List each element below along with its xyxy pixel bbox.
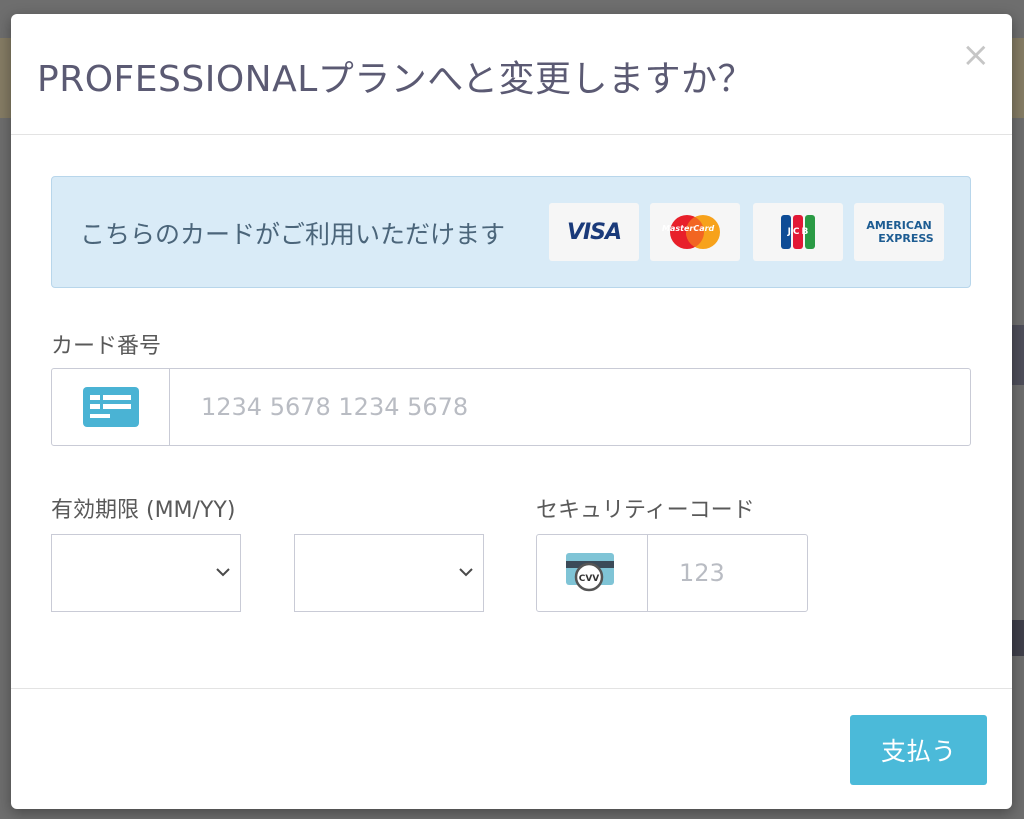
background-banner-right — [1012, 38, 1024, 118]
modal-footer: 支払う — [11, 688, 1012, 810]
amex-logo-line2: EXPRESS — [878, 232, 934, 245]
amex-logo: AMERICAN EXPRESS — [854, 203, 944, 261]
visa-logo-text: VISA — [566, 219, 622, 245]
expiry-year-select[interactable] — [294, 534, 484, 612]
expiry-month-select[interactable] — [51, 534, 241, 612]
modal-header: PROFESSIONALプランへと変更しますか？ × — [11, 14, 1012, 135]
amex-logo-line1: AMERICAN — [866, 219, 932, 232]
accepted-cards-text: こちらのカードがご利用いただけます — [80, 220, 506, 249]
card-number-input[interactable] — [170, 369, 965, 445]
cvv-card-icon: CVV — [566, 553, 614, 592]
visa-logo: VISA — [549, 203, 639, 261]
cvv-icon-addon: CVV — [537, 535, 648, 611]
security-code-field: CVV — [536, 534, 808, 612]
credit-card-icon — [82, 387, 139, 427]
chevron-down-icon — [216, 568, 230, 577]
security-code-label: セキュリティーコード — [536, 498, 755, 523]
chevron-down-icon — [459, 568, 473, 577]
accepted-cards-banner: こちらのカードがご利用いただけます VISA MasterCard JCB AM… — [51, 176, 971, 288]
payment-modal: PROFESSIONALプランへと変更しますか？ × こちらのカードがご利用いた… — [11, 14, 1012, 809]
mastercard-logo-text: MasterCard — [662, 224, 715, 233]
card-icon-addon — [52, 369, 170, 445]
background-panel — [1012, 325, 1024, 385]
card-number-field — [51, 368, 971, 446]
mastercard-logo: MasterCard — [650, 203, 740, 261]
jcb-logo: JCB — [753, 203, 843, 261]
security-code-input[interactable] — [648, 535, 806, 611]
modal-title: PROFESSIONALプランへと変更しますか？ — [37, 59, 754, 100]
background-tag — [1012, 620, 1024, 656]
close-icon[interactable]: × — [962, 38, 991, 72]
card-number-label: カード番号 — [51, 334, 162, 359]
cvv-icon-text: CVV — [579, 574, 600, 584]
pay-button[interactable]: 支払う — [850, 715, 987, 785]
jcb-logo-text: JCB — [787, 227, 811, 237]
expiry-label: 有効期限 (MM/YY) — [51, 498, 236, 523]
